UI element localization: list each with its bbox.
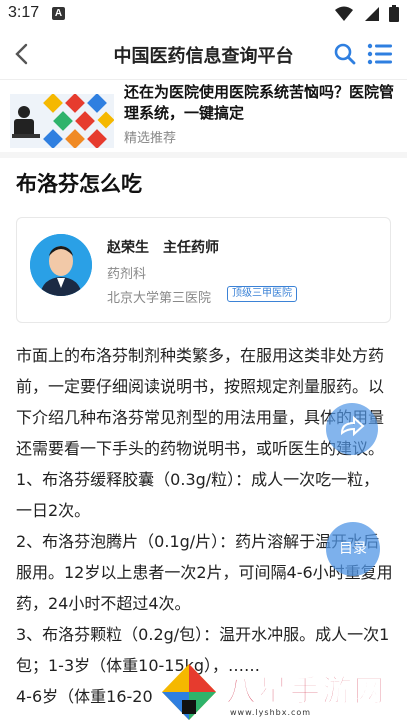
hospital-system-illustration [10,94,114,148]
status-bar: 3:17 A [0,0,407,28]
status-indicators [335,5,399,22]
list-menu-icon [367,43,392,65]
menu-button[interactable] [367,42,393,66]
notification-icon: A [52,7,65,20]
doctor-card[interactable]: 赵荣生 主任药师 药剂科 北京大学第三医院 顶级三甲医院 [16,217,391,323]
share-icon [340,415,365,437]
watermark-text: 八星手游网 [226,674,386,710]
ad-thumbnail [10,94,114,148]
watermark-logo [162,664,216,720]
wifi-icon [335,6,353,21]
status-time: 3:17 [8,4,40,21]
app-header: 中国医药信息查询平台 [0,28,407,80]
hospital-level-badge: 顶级三甲医院 [227,286,297,302]
ad-subtitle: 精选推荐 [124,131,177,146]
site-watermark: 八星手游网 www.lyshbx.com [158,662,407,723]
article-title: 布洛芬怎么吃 [16,172,142,196]
search-button[interactable] [333,42,357,66]
signal-icon [365,6,379,21]
share-float-button[interactable] [326,403,378,455]
doctor-name: 赵荣生 主任药师 [107,240,219,256]
watermark-url: www.lyshbx.com [230,708,312,717]
article-paragraph: 1、布洛芬缓释胶囊（0.3g/粒）：成人一次吃一粒，一日2次。 [16,470,380,520]
battery-icon [389,5,399,22]
search-icon [334,43,356,65]
doctor-hospital: 北京大学第三医院 [107,291,212,306]
doctor-department: 药剂科 [107,267,147,282]
ad-banner[interactable]: 还在为医院使用医院系统苦恼吗？医院管理系统，一键搞定 精选推荐 [0,80,407,152]
doctor-portrait [30,234,92,296]
toc-float-button[interactable]: 目录 [326,522,380,576]
doctor-avatar [30,234,92,296]
ad-title: 还在为医院使用医院系统苦恼吗？医院管理系统，一键搞定 [124,83,395,122]
section-divider [0,152,407,158]
